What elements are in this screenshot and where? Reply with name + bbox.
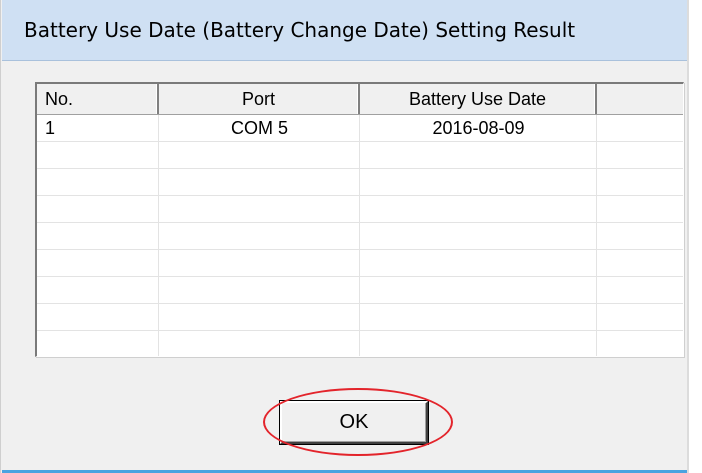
cell-no: 1 bbox=[45, 118, 56, 138]
column-header-no[interactable]: No. bbox=[37, 84, 159, 114]
column-header-empty[interactable] bbox=[597, 84, 683, 114]
ok-button[interactable]: OK bbox=[280, 401, 428, 444]
column-header-port[interactable]: Port bbox=[159, 84, 360, 114]
table-row-empty bbox=[37, 304, 683, 331]
list-header: No. Port Battery Use Date bbox=[37, 84, 683, 115]
list-body: 1 COM 5 2016-08-09 bbox=[37, 115, 683, 356]
dialog-title: Battery Use Date (Battery Change Date) S… bbox=[24, 18, 576, 42]
window-right-edge bbox=[687, 0, 702, 473]
table-row-empty bbox=[37, 223, 683, 250]
table-row[interactable]: 1 COM 5 2016-08-09 bbox=[37, 115, 683, 142]
table-row-empty bbox=[37, 169, 683, 196]
table-row-empty bbox=[37, 196, 683, 223]
title-bar[interactable]: Battery Use Date (Battery Change Date) S… bbox=[2, 0, 688, 61]
edge-shadow bbox=[687, 0, 689, 473]
table-row-empty bbox=[37, 277, 683, 304]
dialog-window: Battery Use Date (Battery Change Date) S… bbox=[0, 0, 702, 473]
table-row-empty bbox=[37, 250, 683, 277]
result-list[interactable]: No. Port Battery Use Date 1 COM 5 2016-0… bbox=[35, 82, 684, 357]
table-row-empty bbox=[37, 331, 683, 356]
table-row-empty bbox=[37, 142, 683, 169]
cell-battery-use-date: 2016-08-09 bbox=[432, 118, 525, 138]
column-header-battery-use-date[interactable]: Battery Use Date bbox=[360, 84, 597, 114]
cell-port: COM 5 bbox=[230, 118, 288, 138]
